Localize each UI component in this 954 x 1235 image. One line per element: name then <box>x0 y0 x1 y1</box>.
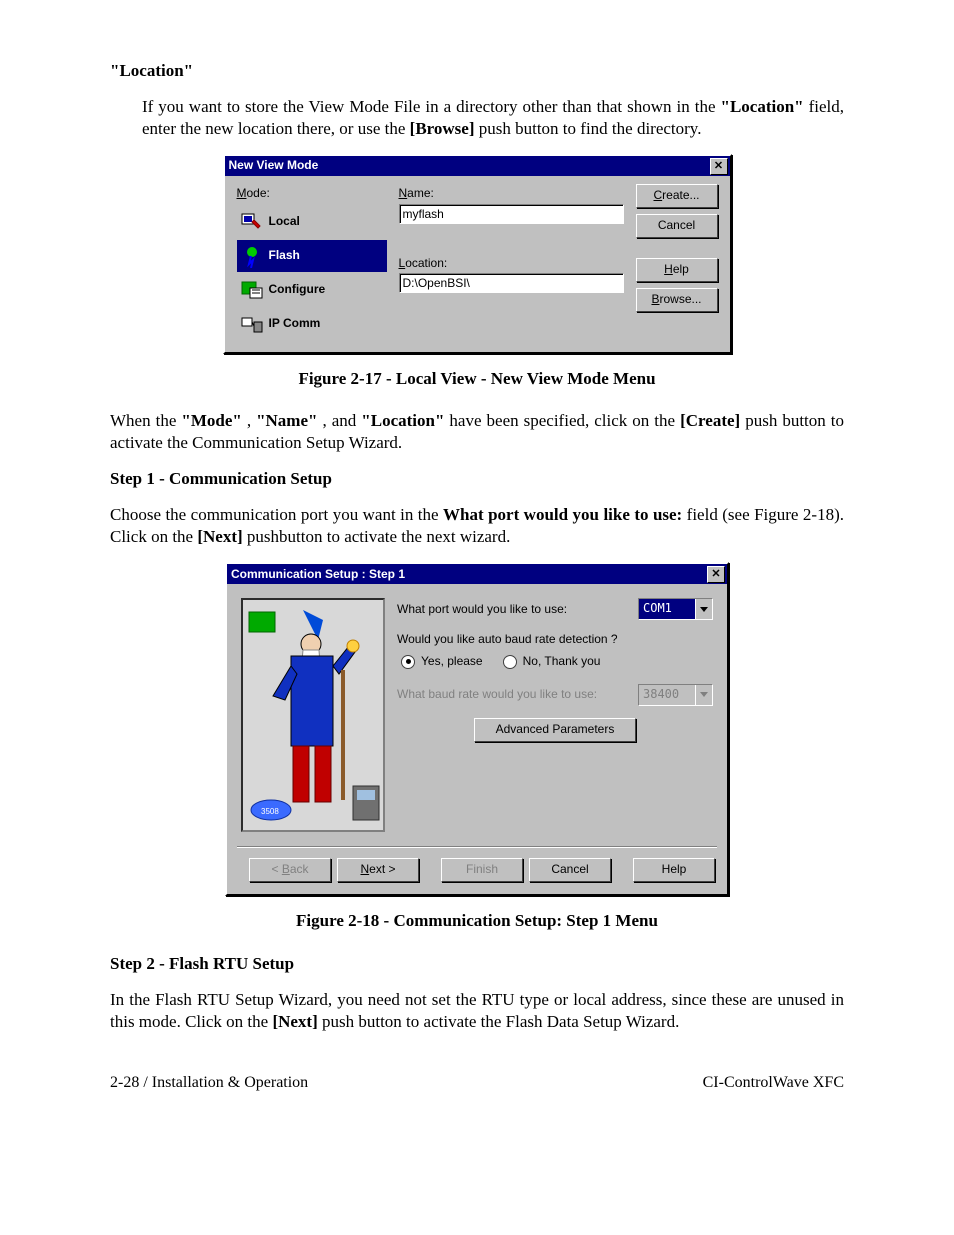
text: If you want to store the View Mode File … <box>142 97 721 116</box>
text: , <box>247 411 256 430</box>
close-icon[interactable]: ✕ <box>710 158 728 175</box>
step2-heading: Step 2 - Flash RTU Setup <box>110 953 844 975</box>
step2-paragraph: In the Flash RTU Setup Wizard, you need … <box>110 989 844 1033</box>
text-bold: "Location" <box>361 411 444 430</box>
mode-label: Mode: <box>237 186 387 202</box>
mode-item-ipcomm[interactable]: IP Comm <box>237 308 387 340</box>
svg-text:3508: 3508 <box>261 807 279 816</box>
text-bold: [Next] <box>272 1012 317 1031</box>
mode-item-local[interactable]: Local <box>237 206 387 238</box>
text-bold: "Mode" <box>181 411 241 430</box>
baud-select: 38400 <box>638 684 713 706</box>
figure-caption-2: Figure 2-18 - Communication Setup: Step … <box>110 910 844 932</box>
port-question: What port would you like to use: <box>397 602 567 618</box>
help-button[interactable]: Help <box>636 258 718 282</box>
location-field-label: Location: <box>399 256 624 272</box>
port-value: COM1 <box>639 599 695 619</box>
step1-heading: Step 1 - Communication Setup <box>110 468 844 490</box>
configure-icon <box>239 277 265 303</box>
comm-setup-dialog: Communication Setup : Step 1 ✕ 3508 <box>225 562 729 896</box>
text: push button to activate the Flash Data S… <box>322 1012 679 1031</box>
wizard-illustration: 3508 <box>241 598 385 832</box>
back-button: < Back <box>249 858 331 882</box>
location-field[interactable]: D:\OpenBSI\ <box>399 273 624 293</box>
footer-right: CI-ControlWave XFC <box>703 1073 844 1094</box>
baud-question: What baud rate would you like to use: <box>397 687 597 703</box>
footer-left: 2-28 / Installation & Operation <box>110 1073 308 1094</box>
finish-button: Finish <box>441 858 523 882</box>
chevron-down-icon[interactable] <box>695 599 712 619</box>
mode-list[interactable]: Local Flash Configure <box>237 206 387 340</box>
mode-label-local: Local <box>269 214 300 230</box>
paragraph-create: When the "Mode" , "Name" , and "Location… <box>110 410 844 454</box>
cancel-button[interactable]: Cancel <box>529 858 611 882</box>
baud-value: 38400 <box>639 685 695 705</box>
radio-yes-label: Yes, please <box>421 654 483 670</box>
location-heading: "Location" <box>110 60 844 82</box>
page-footer: 2-28 / Installation & Operation CI-Contr… <box>110 1073 844 1094</box>
new-view-mode-dialog: New View Mode ✕ Mode: Local <box>223 154 732 354</box>
step1-paragraph: Choose the communication port you want i… <box>110 504 844 548</box>
figure-caption-1: Figure 2-17 - Local View - New View Mode… <box>110 368 844 390</box>
text-bold: "Name" <box>256 411 317 430</box>
location-paragraph: If you want to store the View Mode File … <box>142 96 844 140</box>
text: push button to find the directory. <box>479 119 702 138</box>
text-bold-location: "Location" <box>721 97 804 116</box>
text: have been specified, click on the <box>449 411 680 430</box>
ipcomm-icon <box>239 311 265 337</box>
radio-yes[interactable]: Yes, please <box>401 654 483 670</box>
dialog-title: New View Mode <box>229 158 319 174</box>
next-button[interactable]: Next > <box>337 858 419 882</box>
text-bold-browse: [Browse] <box>410 119 475 138</box>
mode-label-flash: Flash <box>269 248 300 264</box>
port-select[interactable]: COM1 <box>638 598 713 620</box>
mode-item-flash[interactable]: Flash <box>237 240 387 272</box>
titlebar[interactable]: Communication Setup : Step 1 ✕ <box>227 564 727 584</box>
create-button[interactable]: Create... <box>636 184 718 208</box>
close-icon[interactable]: ✕ <box>707 566 725 583</box>
advanced-parameters-button[interactable]: Advanced Parameters <box>474 718 636 742</box>
text-bold: What port would you like to use: <box>443 505 682 524</box>
mode-item-configure[interactable]: Configure <box>237 274 387 306</box>
chevron-down-icon <box>695 685 712 705</box>
dialog-title: Communication Setup : Step 1 <box>231 567 405 583</box>
help-button[interactable]: Help <box>633 858 715 882</box>
text-bold: [Next] <box>197 527 242 546</box>
local-icon <box>239 209 265 235</box>
titlebar[interactable]: New View Mode ✕ <box>225 156 730 176</box>
flash-icon <box>239 243 265 269</box>
text: pushbutton to activate the next wizard. <box>247 527 510 546</box>
autodetect-question: Would you like auto baud rate detection … <box>397 632 713 648</box>
mode-label-ipcomm: IP Comm <box>269 316 321 332</box>
text: When the <box>110 411 181 430</box>
radio-no-label: No, Thank you <box>523 654 601 670</box>
text-bold: [Create] <box>680 411 740 430</box>
text: Choose the communication port you want i… <box>110 505 443 524</box>
name-label: Name: <box>399 186 624 202</box>
text: , and <box>322 411 361 430</box>
browse-button[interactable]: Browse... <box>636 288 718 312</box>
radio-no[interactable]: No, Thank you <box>503 654 601 670</box>
mode-label-configure: Configure <box>269 282 326 298</box>
cancel-button[interactable]: Cancel <box>636 214 718 238</box>
wizard-button-row: < Back Next > Finish Cancel Help <box>227 848 727 894</box>
name-field[interactable]: myflash <box>399 204 624 224</box>
